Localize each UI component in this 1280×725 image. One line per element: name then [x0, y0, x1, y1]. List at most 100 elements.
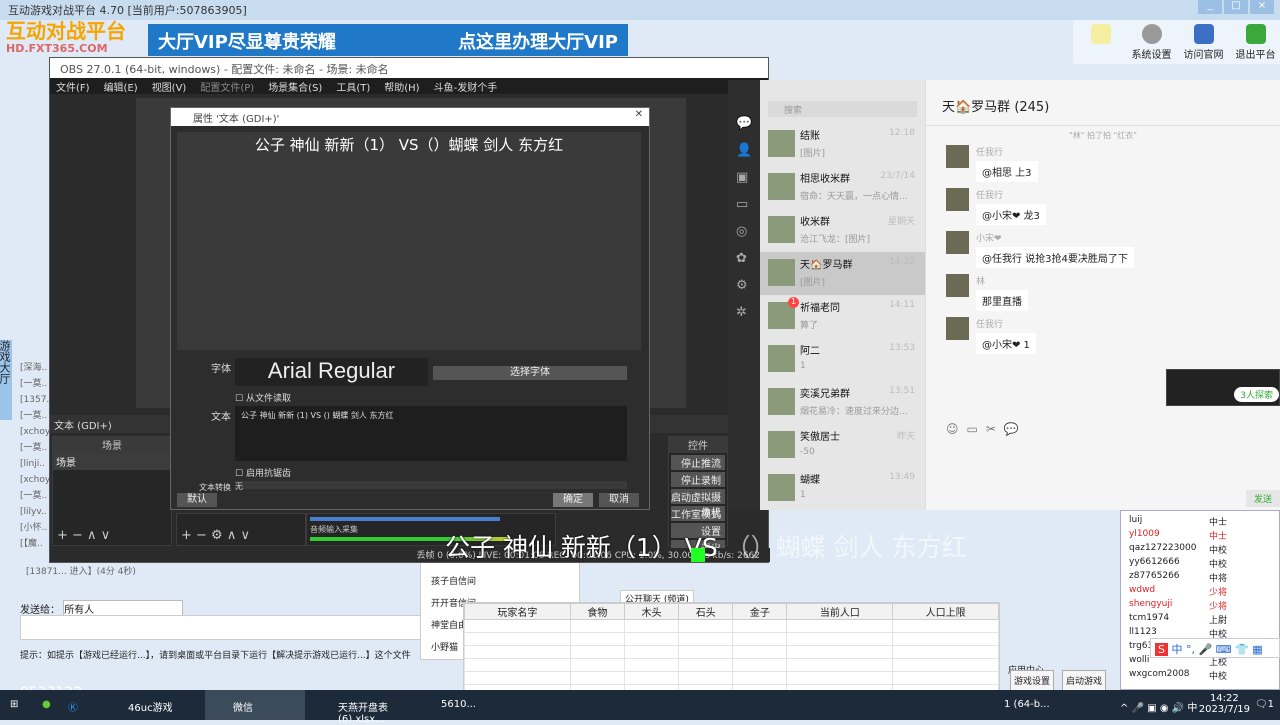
- cell[interactable]: [464, 632, 571, 646]
- cell[interactable]: [892, 671, 999, 685]
- cell[interactable]: [786, 671, 894, 685]
- user-row[interactable]: shengyuji 少将: [1121, 599, 1279, 613]
- conversation-item[interactable]: 收米群 沧江飞龙：[图片] 星期天: [760, 209, 925, 252]
- cancel-button[interactable]: 取消: [599, 493, 639, 507]
- menu-help[interactable]: 帮助(H): [384, 79, 419, 94]
- cell[interactable]: [569, 632, 625, 646]
- antialias-checkbox[interactable]: ☐ 启用抗锯齿: [235, 466, 291, 479]
- cell[interactable]: [464, 658, 571, 672]
- cell[interactable]: [623, 658, 680, 672]
- ime-toolbar[interactable]: S 中 °, 🎤 ⌨ 👕 ▦: [1150, 638, 1280, 658]
- conversation-item[interactable]: 天🏠罗马群 [图片] 14:22: [760, 252, 925, 295]
- column-header[interactable]: 金子: [732, 603, 788, 620]
- browser-icon[interactable]: ●: [34, 690, 57, 720]
- cell[interactable]: [464, 645, 571, 659]
- conversation-item[interactable]: 笑傲居士 -50 昨天: [760, 424, 925, 467]
- cell[interactable]: [678, 619, 734, 633]
- taskbar-wechat[interactable]: 微信: [205, 690, 305, 720]
- vip-banner[interactable]: 大厅VIP尽显尊贵荣耀 点这里办理大厅VIP: [148, 24, 628, 56]
- studio-mode-button[interactable]: 工作室模式: [671, 506, 725, 521]
- column-header[interactable]: 当前人口: [786, 603, 894, 620]
- minimize-button[interactable]: _: [1198, 0, 1222, 14]
- system-settings-button[interactable]: 系统设置: [1124, 20, 1179, 64]
- cell[interactable]: [892, 619, 999, 633]
- user-row[interactable]: z87765266 中将: [1121, 571, 1279, 585]
- cell[interactable]: [892, 632, 999, 646]
- taskbar-obs[interactable]: 1 (64-b...: [1000, 690, 1056, 720]
- cell[interactable]: [678, 671, 734, 685]
- wechat-nav-icons[interactable]: 💬 👤 ▣ ▭ ◎ ✿ ⚙ ✲: [736, 110, 752, 326]
- cell[interactable]: [623, 619, 680, 633]
- column-header[interactable]: 人口上限: [892, 603, 999, 620]
- menu-view[interactable]: 视图(V): [152, 79, 187, 94]
- choose-font-button[interactable]: 选择字体: [433, 366, 627, 380]
- user-row[interactable]: luij 中士: [1121, 515, 1279, 529]
- cell[interactable]: [732, 645, 788, 659]
- stop-streaming-button[interactable]: 停止推流: [671, 455, 725, 470]
- start-game-button[interactable]: 启动游戏: [1062, 670, 1107, 691]
- conversation-item[interactable]: 1 祈福老同 算了 14:11: [760, 295, 925, 338]
- menu-scene-collection[interactable]: 场景集合(S): [268, 79, 322, 94]
- cell[interactable]: [569, 645, 625, 659]
- user-row[interactable]: wdwd 少将: [1121, 585, 1279, 599]
- start-button[interactable]: ⊞: [0, 690, 24, 720]
- column-header[interactable]: 木头: [623, 603, 680, 620]
- cell[interactable]: [786, 632, 894, 646]
- menu-edit[interactable]: 编辑(E): [104, 79, 138, 94]
- kugou-icon[interactable]: Ⓚ: [60, 690, 84, 720]
- cell[interactable]: [678, 658, 734, 672]
- cell[interactable]: [623, 632, 680, 646]
- menu-profile[interactable]: 配置文件(P): [200, 79, 254, 94]
- explore-popup[interactable]: 3人探索: [1234, 387, 1279, 402]
- cell[interactable]: [569, 619, 625, 633]
- visit-website-button[interactable]: 访问官网: [1176, 20, 1231, 64]
- game-settings-button[interactable]: 游戏设置: [1010, 670, 1055, 691]
- cell[interactable]: [732, 671, 788, 685]
- cell[interactable]: [569, 658, 625, 672]
- conversation-item[interactable]: 阿二 1 13:53: [760, 338, 925, 381]
- cell[interactable]: [623, 671, 680, 685]
- cell[interactable]: [786, 658, 894, 672]
- room-item[interactable]: 孩子自信间: [431, 571, 579, 593]
- send-button[interactable]: 发送: [1245, 490, 1280, 507]
- text-input[interactable]: 公子 神仙 新新 (1) VS () 蝴蝶 剑人 东方红: [235, 406, 627, 461]
- cell[interactable]: [464, 619, 571, 633]
- menu-file[interactable]: 文件(F): [56, 79, 90, 94]
- notification-button[interactable]: 🗨1: [1249, 690, 1280, 720]
- scene-item[interactable]: 场景: [53, 453, 171, 470]
- menu-tools[interactable]: 工具(T): [336, 79, 370, 94]
- user-row[interactable]: tcm1974 上尉: [1121, 613, 1279, 627]
- cell[interactable]: [732, 619, 788, 633]
- taskbar-46uc[interactable]: 46uc游戏: [100, 690, 200, 720]
- chat-toolbar[interactable]: ☺▭✂💬: [946, 422, 1027, 436]
- cell[interactable]: [732, 658, 788, 672]
- user-row[interactable]: wxgcom2008 中校: [1121, 669, 1279, 683]
- cell[interactable]: [678, 645, 734, 659]
- game-lobby-tab[interactable]: 游戏大厅: [0, 340, 12, 420]
- exit-platform-button[interactable]: 退出平台: [1228, 20, 1280, 64]
- user-row[interactable]: qaz127223000 中校: [1121, 543, 1279, 557]
- cell[interactable]: [678, 632, 734, 646]
- cell[interactable]: [569, 671, 625, 685]
- user-row[interactable]: yl1009 中士: [1121, 529, 1279, 543]
- user-row[interactable]: yy6612666 中校: [1121, 557, 1279, 571]
- column-header[interactable]: 石头: [678, 603, 734, 620]
- clock[interactable]: 14:22 2023/7/19: [1199, 693, 1250, 715]
- cell[interactable]: [623, 645, 680, 659]
- mascot-button[interactable]: [1073, 20, 1128, 64]
- transform-select[interactable]: 无: [235, 481, 627, 491]
- menu-douyu[interactable]: 斗鱼-发财个手: [434, 79, 498, 94]
- scene-controls[interactable]: + − ∧ ∨: [57, 528, 110, 543]
- cell[interactable]: [892, 645, 999, 659]
- taskbar-excel[interactable]: 天燕开盘表(6).xlsx...: [310, 690, 430, 725]
- conversation-item[interactable]: 结账 [图片] 12:18: [760, 123, 925, 166]
- conversation-item[interactable]: 相思收米群 宿命：天天赢，一点心情... 23/7/14: [760, 166, 925, 209]
- close-button[interactable]: ×: [1250, 0, 1274, 14]
- cell[interactable]: [892, 658, 999, 672]
- column-header[interactable]: 食物: [569, 603, 625, 620]
- message-input[interactable]: [20, 615, 460, 640]
- volume-slider[interactable]: [310, 517, 500, 521]
- system-tray[interactable]: ^ 🎤 ▣ ◉ 🔊 中: [1120, 690, 1203, 720]
- from-file-checkbox[interactable]: ☐ 从文件读取: [235, 391, 291, 404]
- conversation-item[interactable]: 奕溪兄弟群 烟花易冷：速度过来分边... 13:51: [760, 381, 925, 424]
